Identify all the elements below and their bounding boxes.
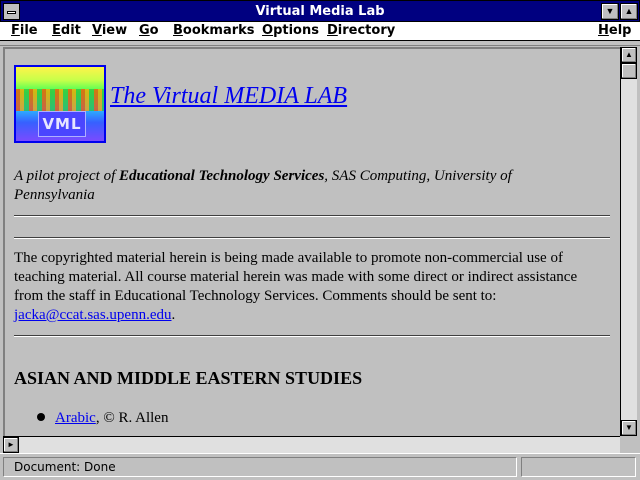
notice-text: The copyrighted material herein is being… [14,250,578,304]
vertical-scrollbar[interactable]: ▲ ▼ [620,47,637,436]
scroll-down-button[interactable]: ▼ [621,420,637,436]
menu-help[interactable]: Help [598,23,631,38]
logo-landscape [16,89,104,111]
list-item: Arabic, © R. Allen [37,409,168,428]
logo-text: VML [38,111,86,137]
page-subtitle: A pilot project of Educational Technolog… [14,167,594,205]
progress-indicator [521,457,636,477]
menu-file[interactable]: File [11,23,38,38]
menu-view[interactable]: View [92,23,127,38]
menu-bar: File Edit View Go Bookmarks Options Dire… [0,22,640,41]
list-item-credit: , © R. Allen [95,410,169,426]
divider [14,335,610,337]
scroll-up-button[interactable]: ▲ [621,47,637,63]
title-bar[interactable]: Virtual Media Lab ▼ ▲ [0,0,640,22]
notice-period: . [171,307,176,323]
status-bar: Document: Done [0,453,640,480]
vml-logo[interactable]: VML [14,65,106,143]
arabic-link[interactable]: Arabic [55,410,96,426]
scroll-right-button[interactable]: ► [3,437,19,453]
menu-bookmarks[interactable]: Bookmarks [173,23,255,38]
page-title-link[interactable]: The Virtual MEDIA LAB [110,83,347,110]
divider [14,215,610,217]
subtitle-org: Educational Technology Services [119,168,325,184]
maximize-button[interactable]: ▲ [620,3,638,20]
page-content[interactable]: VML The Virtual MEDIA LAB A pilot projec… [3,47,620,436]
minimize-button[interactable]: ▼ [601,3,619,20]
scroll-track[interactable] [621,79,637,420]
section-heading: ASIAN AND MIDDLE EASTERN STUDIES [14,368,363,388]
horizontal-scrollbar[interactable]: ◄ ► [3,436,620,453]
browser-window: Virtual Media Lab ▼ ▲ File Edit View Go … [0,0,640,480]
window-title: Virtual Media Lab [255,4,385,19]
toolbar-divider [0,41,640,46]
divider [14,237,610,239]
menu-go[interactable]: Go [139,23,159,38]
subtitle-prefix: A pilot project of [14,168,119,184]
menu-edit[interactable]: Edit [52,23,81,38]
email-link[interactable]: jacka@ccat.sas.upenn.edu [14,307,172,323]
menu-directory[interactable]: Directory [327,23,395,38]
copyright-notice: The copyrighted material herein is being… [14,249,610,325]
status-text: Document: Done [3,457,517,477]
scroll-thumb[interactable] [621,63,637,79]
bullet-icon [37,412,45,421]
menu-options[interactable]: Options [262,23,319,38]
